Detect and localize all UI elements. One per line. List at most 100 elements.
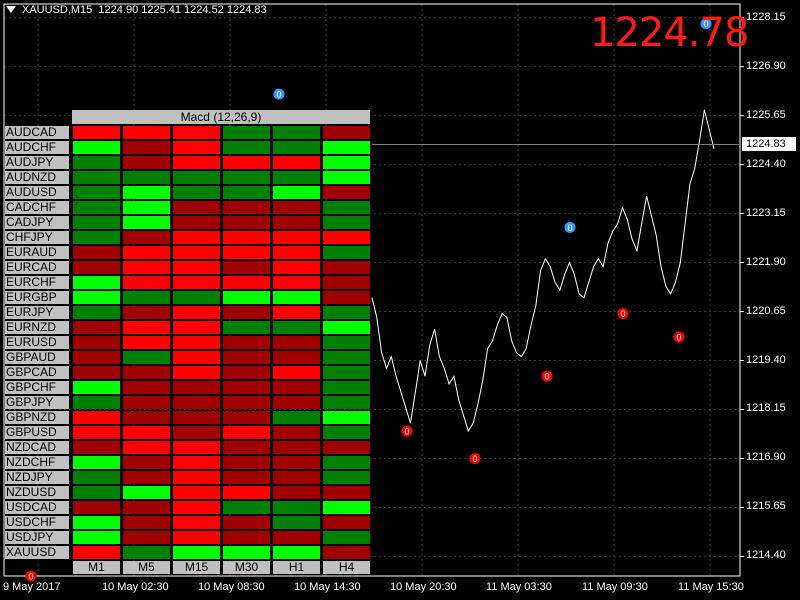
macd-cell (223, 291, 270, 304)
macd-cell (223, 456, 270, 469)
macd-cell (123, 261, 170, 274)
macd-cell (223, 411, 270, 424)
macd-cell (323, 516, 370, 529)
macd-cell (173, 471, 220, 484)
macd-cell (123, 441, 170, 454)
chart-header: XAUUSD,M15 1224.90 1225.41 1224.52 1224.… (22, 4, 267, 16)
macd-cell (73, 336, 120, 349)
pair-label-eurusd: EURUSD (5, 336, 69, 349)
macd-cell (223, 231, 270, 244)
macd-panel-title: Macd (12,26,9) (72, 110, 370, 124)
macd-cell (323, 396, 370, 409)
pair-label-nzdusd: NZDUSD (5, 486, 69, 499)
macd-cell (173, 291, 220, 304)
macd-cell (273, 201, 320, 214)
pair-label-eurnzd: EURNZD (5, 321, 69, 334)
macd-cell (323, 186, 370, 199)
macd-cell (73, 306, 120, 319)
price-chart[interactable]: 000000000 (0, 0, 800, 600)
macd-cell (273, 531, 320, 544)
macd-cell (123, 456, 170, 469)
macd-cell (123, 231, 170, 244)
macd-cell (223, 276, 270, 289)
macd-cell (123, 501, 170, 514)
macd-cell (73, 261, 120, 274)
macd-cell (73, 216, 120, 229)
macd-cell (173, 411, 220, 424)
macd-cell (323, 366, 370, 379)
macd-cell (173, 351, 220, 364)
macd-cell (123, 321, 170, 334)
macd-cell (173, 486, 220, 499)
macd-cell (123, 546, 170, 559)
macd-cell (123, 471, 170, 484)
macd-cell (73, 486, 120, 499)
macd-cell (273, 366, 320, 379)
macd-cell (123, 141, 170, 154)
pair-label-gbpusd: GBPUSD (5, 426, 69, 439)
macd-cell (73, 141, 120, 154)
price-axis-label: 1215.65 (746, 500, 786, 513)
macd-cell (323, 306, 370, 319)
macd-cell (323, 126, 370, 139)
pair-label-usdjpy: USDJPY (5, 531, 69, 544)
pair-label-eurcad: EURCAD (5, 261, 69, 274)
macd-cell (73, 471, 120, 484)
macd-cell (223, 381, 270, 394)
macd-cell (223, 501, 270, 514)
signal-marker-label: 0 (404, 427, 409, 437)
signal-marker-label: 0 (276, 90, 281, 100)
price-axis-label: 1225.65 (746, 108, 786, 121)
macd-cell (73, 291, 120, 304)
macd-cell (273, 396, 320, 409)
macd-cell (173, 156, 220, 169)
macd-cell (323, 411, 370, 424)
price-line (371, 109, 715, 433)
macd-cell (223, 531, 270, 544)
macd-cell (173, 336, 220, 349)
macd-cell (273, 516, 320, 529)
macd-cell (323, 501, 370, 514)
macd-cell (173, 366, 220, 379)
price-axis-label: 1214.40 (746, 549, 786, 562)
macd-cell (123, 531, 170, 544)
macd-cell (273, 156, 320, 169)
macd-cell (73, 396, 120, 409)
time-axis-label: 10 May 20:30 (390, 581, 457, 593)
pair-label-nzdjpy: NZDJPY (5, 471, 69, 484)
macd-cell (323, 471, 370, 484)
macd-cell (173, 321, 220, 334)
macd-cell (73, 516, 120, 529)
macd-cell (173, 531, 220, 544)
macd-cell (73, 366, 120, 379)
macd-cell (273, 291, 320, 304)
macd-cell (273, 381, 320, 394)
macd-cell (223, 471, 270, 484)
macd-cell (223, 216, 270, 229)
macd-cell (123, 156, 170, 169)
macd-cell (323, 441, 370, 454)
timeframe-label-m5: M5 (123, 561, 170, 574)
pair-label-cadjpy: CADJPY (5, 216, 69, 229)
macd-cell (73, 426, 120, 439)
pair-label-usdchf: USDCHF (5, 516, 69, 529)
time-axis-label: 11 May 03:30 (486, 581, 552, 593)
macd-cell (323, 141, 370, 154)
pair-label-gbpcad: GBPCAD (5, 366, 69, 379)
macd-cell (223, 246, 270, 259)
macd-cell (273, 351, 320, 364)
pair-label-nzdchf: NZDCHF (5, 456, 69, 469)
macd-cell (123, 366, 170, 379)
macd-cell (173, 306, 220, 319)
pair-label-audchf: AUDCHF (5, 141, 69, 154)
big-price-display: 1224.78 (590, 10, 749, 56)
macd-cell (173, 501, 220, 514)
macd-cell (123, 426, 170, 439)
signal-marker-label: 0 (28, 572, 33, 582)
macd-cell (273, 141, 320, 154)
macd-cell (323, 321, 370, 334)
macd-cell (123, 486, 170, 499)
symbol-menu-arrow-icon[interactable] (6, 6, 16, 13)
pair-label-gbpnzd: GBPNZD (5, 411, 69, 424)
timeframe-label-h4: H4 (323, 561, 370, 574)
